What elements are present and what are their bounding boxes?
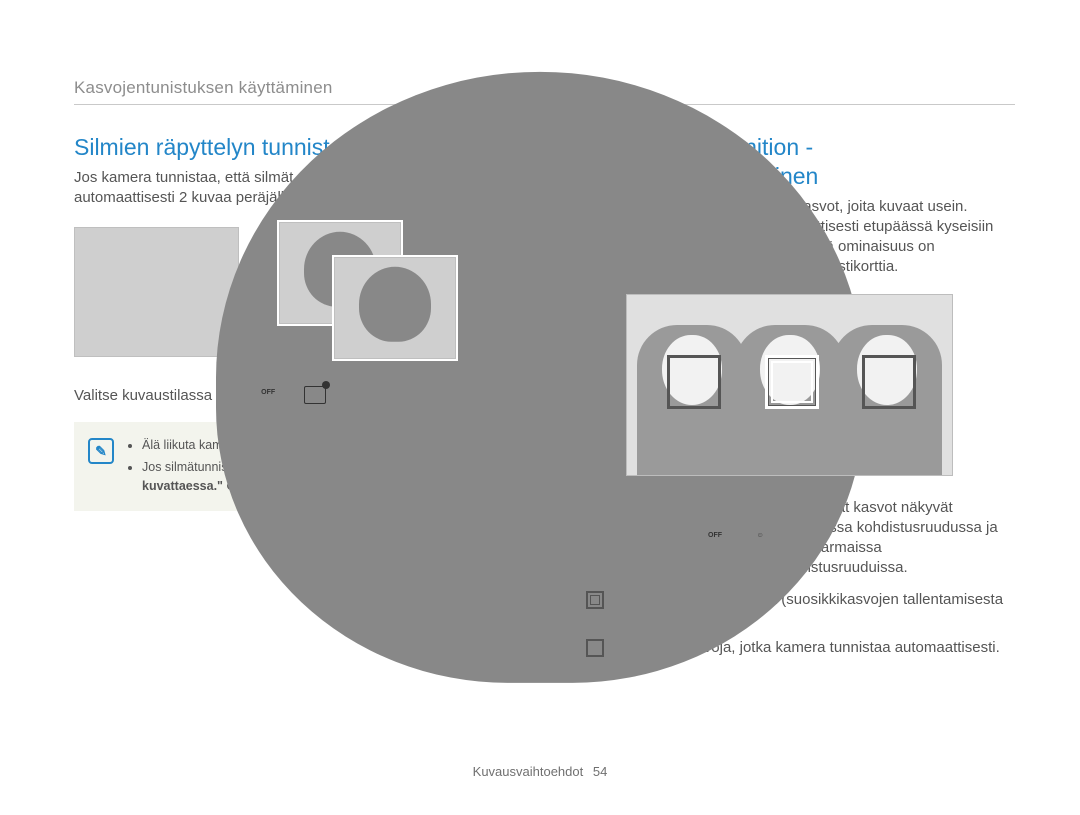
- page-number: 54: [593, 764, 607, 779]
- footer-section: Kuvausvaihtoehdot: [473, 764, 584, 779]
- blink-illustration-row: [74, 222, 514, 362]
- content-columns: Silmien räpyttelyn tunnistaminen Jos kam…: [74, 133, 1015, 664]
- smart-face-illustration: [626, 294, 953, 476]
- focus-frame-gray-icon: [667, 355, 721, 409]
- note-icon: ✎: [88, 438, 114, 464]
- left-column: Silmien räpyttelyn tunnistaminen Jos kam…: [74, 133, 514, 664]
- focus-frame-white-double-icon: [765, 355, 819, 409]
- page-footer: Kuvausvaihtoehdot 54: [0, 764, 1080, 779]
- manual-page: Kasvojentunistuksen käyttäminen Silmien …: [0, 0, 1080, 815]
- smart-face-icon: ☺: [751, 530, 769, 546]
- left-select-prefix: Valitse kuvaustilassa: [74, 387, 212, 404]
- blink-detection-icon: [304, 386, 326, 404]
- blink-illustration-before: [74, 227, 239, 357]
- blink-illustration-after: [279, 222, 474, 362]
- face-detect-off-icon: OFF: [259, 387, 277, 403]
- focus-frame-gray-icon: [862, 355, 916, 409]
- favorite-face-frame-icon: [586, 591, 604, 609]
- recognized-face-frame-icon: [586, 639, 604, 657]
- face-detect-off-icon: OFF: [706, 530, 724, 546]
